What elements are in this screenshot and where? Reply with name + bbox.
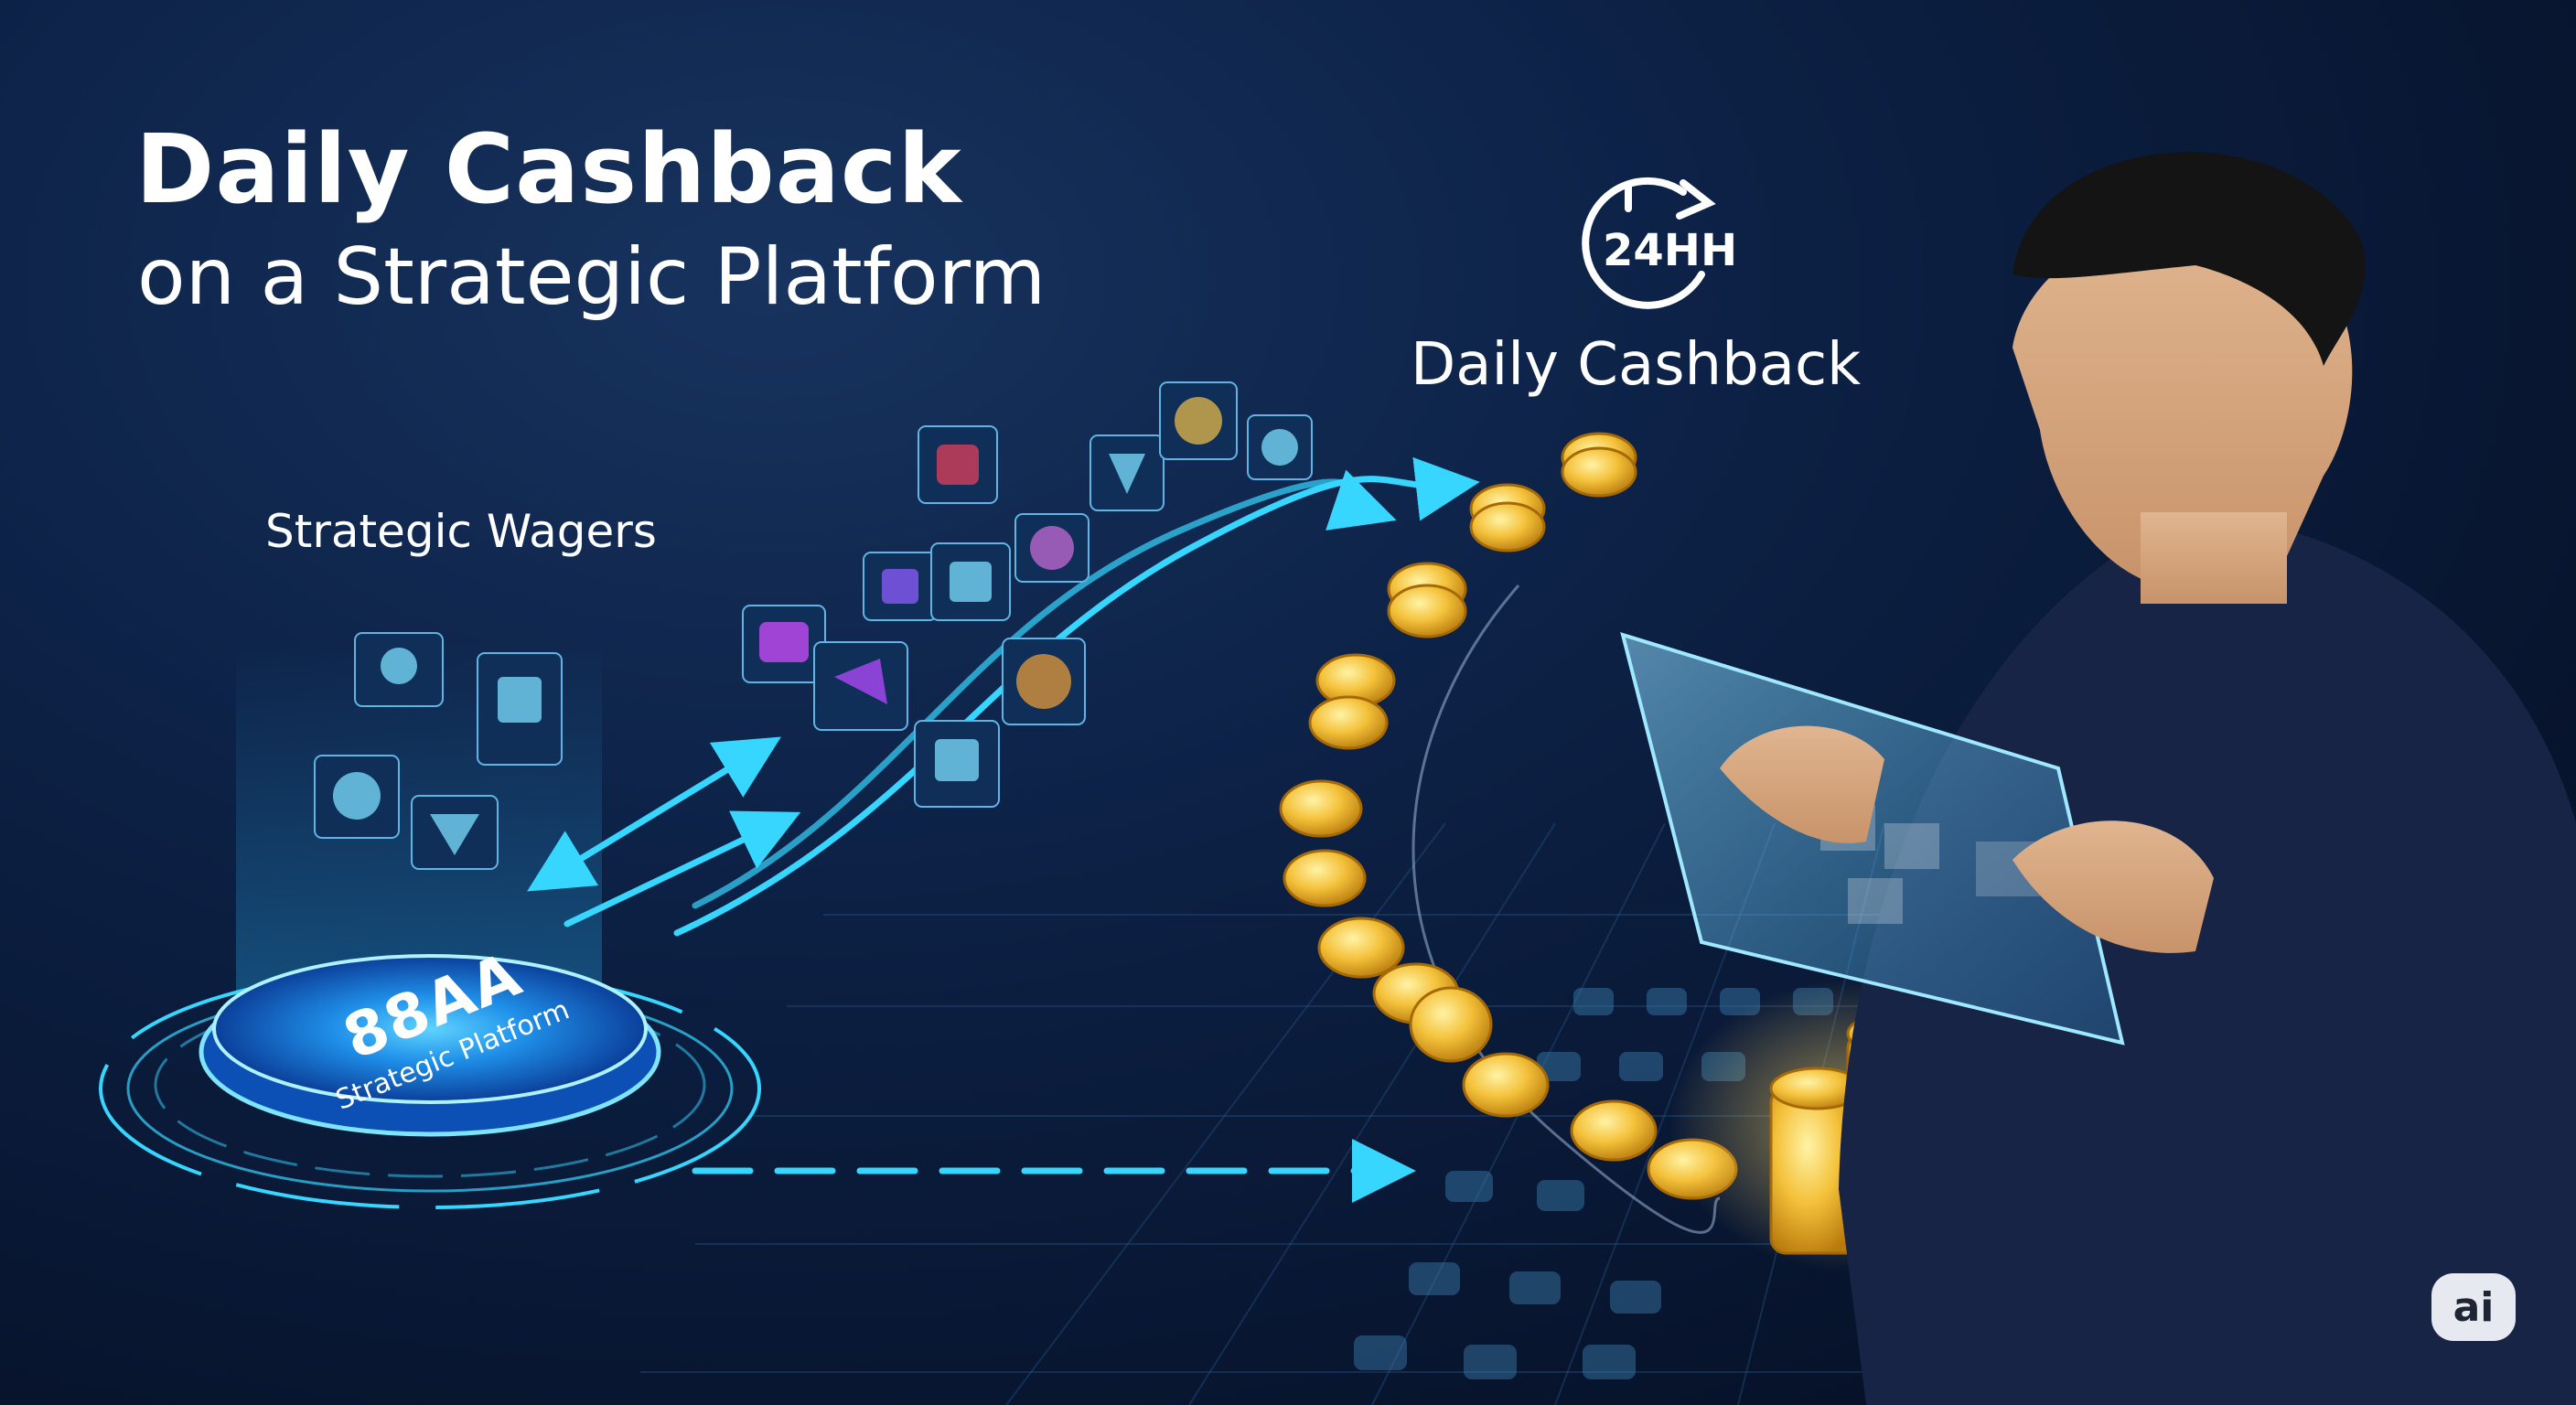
- headline-title: Daily Cashback: [135, 113, 962, 225]
- ai-badge: ai: [2431, 1273, 2516, 1341]
- strategic-wagers-label: Strategic Wagers: [265, 505, 657, 558]
- daily-cashback-label: Daily Cashback: [1411, 331, 1862, 399]
- headline-subtitle: on a Strategic Platform: [137, 231, 1046, 323]
- clock-label: 24HH: [1603, 225, 1738, 276]
- game-tiles: [314, 381, 1313, 870]
